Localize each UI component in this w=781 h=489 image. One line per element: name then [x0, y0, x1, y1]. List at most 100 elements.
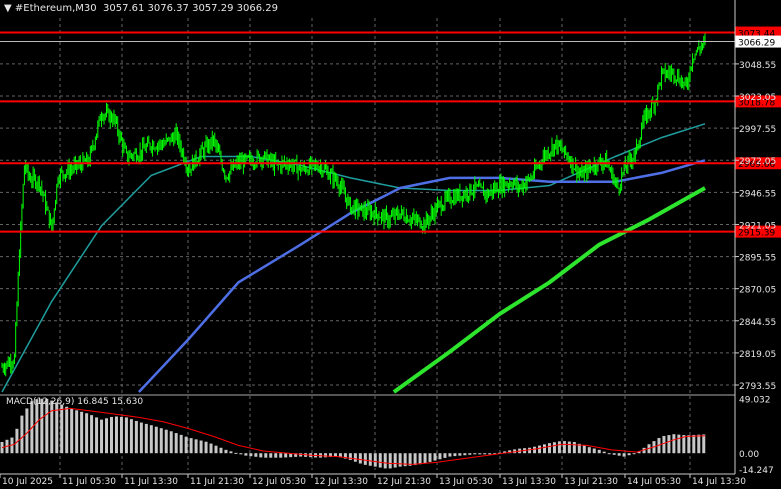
- macd-bar: [597, 449, 601, 454]
- macd-bar: [348, 453, 352, 460]
- macd-bar: [169, 431, 173, 454]
- macd-bar: [582, 445, 586, 454]
- macd-bar: [249, 453, 253, 457]
- y-tick-label: 2870.05: [739, 286, 776, 296]
- x-tick-label: 14 Jul 13:30: [692, 477, 746, 487]
- macd-bar: [154, 426, 158, 454]
- y-tick-label: 2997.55: [739, 125, 776, 135]
- macd-bar: [95, 417, 99, 454]
- x-tick-label: 12 Jul 21:30: [377, 477, 431, 487]
- macd-tick-label: -14.247: [739, 466, 774, 476]
- macd-bar: [672, 434, 676, 454]
- y-tick-label: 3023.05: [739, 93, 776, 103]
- macd-bar: [35, 399, 39, 454]
- y-tick-label: 2972.05: [739, 157, 776, 167]
- macd-bar: [428, 453, 432, 462]
- macd-bar: [284, 453, 288, 458]
- macd-bar: [279, 453, 283, 458]
- macd-bar: [488, 453, 492, 455]
- macd-bar: [184, 436, 188, 454]
- macd-bar: [423, 453, 427, 464]
- macd-bar: [129, 419, 133, 454]
- macd-bar: [80, 411, 84, 454]
- moving-average-line: [137, 159, 706, 393]
- macd-bar: [607, 453, 611, 455]
- horizontal-levels[interactable]: 3073.443018.782969.662915.393066.29: [0, 26, 781, 239]
- y-tick-label: 2819.05: [739, 350, 776, 360]
- macd-bar: [358, 453, 362, 464]
- macd-bar: [627, 453, 631, 456]
- macd-bar: [189, 438, 193, 454]
- macd-bar: [692, 434, 696, 454]
- x-tick-label: 13 Jul 21:30: [564, 477, 618, 487]
- macd-bar: [443, 453, 447, 458]
- macd-bar: [159, 428, 163, 454]
- macd-bar: [562, 441, 566, 454]
- macd-bar: [244, 453, 248, 456]
- macd-bar: [667, 435, 671, 454]
- y-tick-label: 2793.55: [739, 382, 776, 392]
- macd-bar: [393, 453, 397, 468]
- macd-bar: [363, 453, 367, 465]
- macd-bar: [204, 441, 208, 454]
- macd-bar: [85, 413, 89, 454]
- macd-bar: [463, 453, 467, 456]
- macd-bar: [662, 435, 666, 454]
- x-tick-label: 10 Jul 2025: [2, 477, 53, 487]
- chart-title: ▼ #Ethereum,M30 3057.61 3076.37 3057.29 …: [4, 3, 278, 14]
- macd-bar: [602, 451, 606, 454]
- macd-bar: [224, 449, 228, 454]
- macd-bar: [134, 420, 138, 454]
- macd-bar: [612, 453, 616, 455]
- chart-canvas: 3073.443018.782969.662915.393066.29 3048…: [0, 0, 781, 487]
- macd-bar: [179, 434, 183, 454]
- macd-bar: [269, 453, 273, 458]
- macd-bar: [567, 441, 571, 454]
- x-tick-label: 13 Jul 13:30: [502, 477, 556, 487]
- macd-bar: [25, 408, 29, 454]
- x-tick-label: 14 Jul 05:30: [627, 477, 681, 487]
- macd-bar: [254, 453, 258, 457]
- macd-bar: [687, 435, 691, 454]
- macd-bar: [259, 453, 263, 458]
- x-tick-label: 12 Jul 13:30: [314, 477, 368, 487]
- macd-bar: [473, 453, 477, 455]
- macd-bar: [483, 453, 487, 455]
- x-tick-label: 13 Jul 05:30: [439, 477, 493, 487]
- macd-bar: [75, 410, 79, 454]
- price-candles: [1, 32, 706, 377]
- dropdown-triangle-icon[interactable]: ▼: [4, 3, 12, 14]
- macd-bar: [547, 443, 551, 454]
- macd-bar: [557, 441, 561, 454]
- moving-average-line: [392, 186, 706, 394]
- macd-bar: [239, 453, 243, 455]
- macd-bar: [139, 422, 143, 454]
- macd-bar: [119, 416, 123, 454]
- macd-bar: [418, 453, 422, 465]
- macd-bar: [324, 453, 328, 458]
- y-tick-label: 3048.55: [739, 61, 776, 71]
- macd-bar: [448, 453, 452, 457]
- symbol-label: #Ethereum,M30: [14, 3, 97, 14]
- macd-bar: [65, 406, 69, 454]
- macd-bar: [264, 453, 268, 458]
- macd-bar: [632, 453, 636, 455]
- macd-bar: [105, 418, 109, 454]
- macd-bar: [353, 453, 357, 462]
- x-tick-label: 11 Jul 13:30: [124, 477, 178, 487]
- macd-bar: [458, 453, 462, 456]
- current-price-label: 3066.29: [738, 39, 775, 49]
- ohlc-values: 3057.61 3076.37 3057.29 3066.29: [103, 3, 278, 14]
- macd-bar: [542, 444, 546, 454]
- macd-bar: [433, 453, 437, 461]
- macd-bar: [234, 452, 238, 454]
- macd-bar: [60, 404, 64, 454]
- macd-bar: [109, 416, 113, 454]
- macd-bar: [20, 415, 24, 454]
- y-tick-label: 2895.55: [739, 254, 776, 264]
- macd-bar: [677, 434, 681, 454]
- macd-bar: [592, 448, 596, 454]
- macd-bar: [383, 453, 387, 469]
- macd-bar: [378, 453, 382, 468]
- macd-bar: [100, 419, 104, 454]
